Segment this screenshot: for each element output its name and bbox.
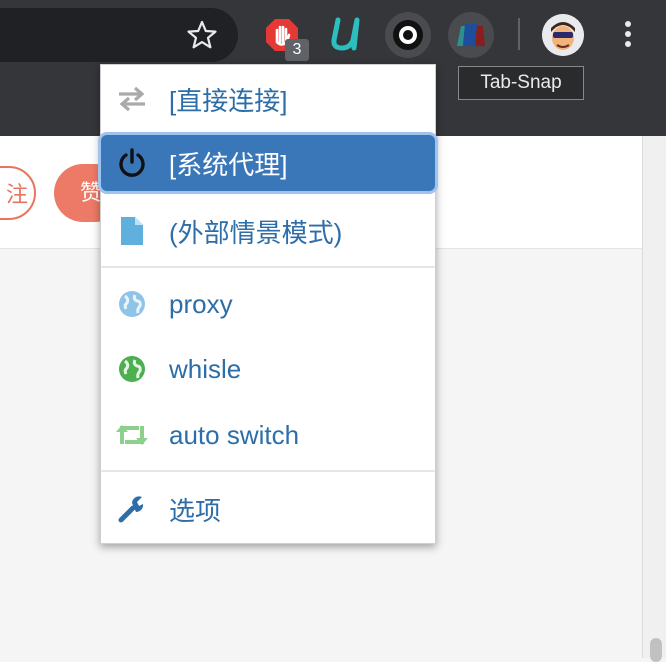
menu-item-label: auto switch xyxy=(169,419,300,450)
retweet-icon xyxy=(115,420,149,450)
menu-item-system-proxy[interactable]: [系统代理] xyxy=(101,135,435,191)
menu-item-label: (外部情景模式) xyxy=(169,217,343,248)
file-icon xyxy=(115,216,149,246)
wrench-icon xyxy=(115,494,149,524)
profile-avatar-icon xyxy=(542,14,584,56)
ring-extension-icon xyxy=(393,20,423,50)
menu-item-label: [直接连接] xyxy=(169,85,288,116)
power-icon xyxy=(115,148,149,178)
avatar[interactable] xyxy=(542,14,584,56)
menu-divider xyxy=(101,470,435,472)
menu-item-auto-switch[interactable]: auto switch xyxy=(101,407,435,463)
menu-item-label: [系统代理] xyxy=(169,149,288,180)
browser-toolbar: 3 xyxy=(0,0,666,70)
globe-icon xyxy=(115,354,149,384)
globe-icon xyxy=(115,289,149,319)
scrollbar-thumb[interactable] xyxy=(650,638,662,662)
kebab-menu-icon[interactable] xyxy=(620,18,636,52)
menu-item-whisle[interactable]: whisle xyxy=(101,341,435,397)
star-icon[interactable] xyxy=(186,19,218,51)
extension-badge: 3 xyxy=(285,39,309,61)
menu-item-direct[interactable]: [直接连接] xyxy=(101,71,435,127)
menu-item-label: 选项 xyxy=(169,495,222,526)
tab-snap-button[interactable] xyxy=(448,12,494,58)
swap-arrows-icon xyxy=(115,84,149,114)
menu-item-label: proxy xyxy=(169,288,233,319)
u-extension-icon[interactable] xyxy=(330,14,364,54)
menu-divider xyxy=(101,266,435,268)
tooltip: Tab-Snap xyxy=(458,66,584,100)
tab-snap-icon xyxy=(457,24,485,46)
scrollbar-track[interactable] xyxy=(642,136,666,658)
menu-item-options[interactable]: 选项 xyxy=(101,481,435,537)
proxy-switch-menu: [直接连接] [系统代理] (外部情景模式) proxy whisle auto… xyxy=(100,64,436,544)
toolbar-divider xyxy=(518,18,520,50)
ring-extension-button[interactable] xyxy=(385,12,431,58)
menu-item-proxy[interactable]: proxy xyxy=(101,276,435,332)
menu-item-external-profile[interactable]: (外部情景模式) xyxy=(101,203,435,259)
menu-item-label: whisle xyxy=(169,353,242,384)
